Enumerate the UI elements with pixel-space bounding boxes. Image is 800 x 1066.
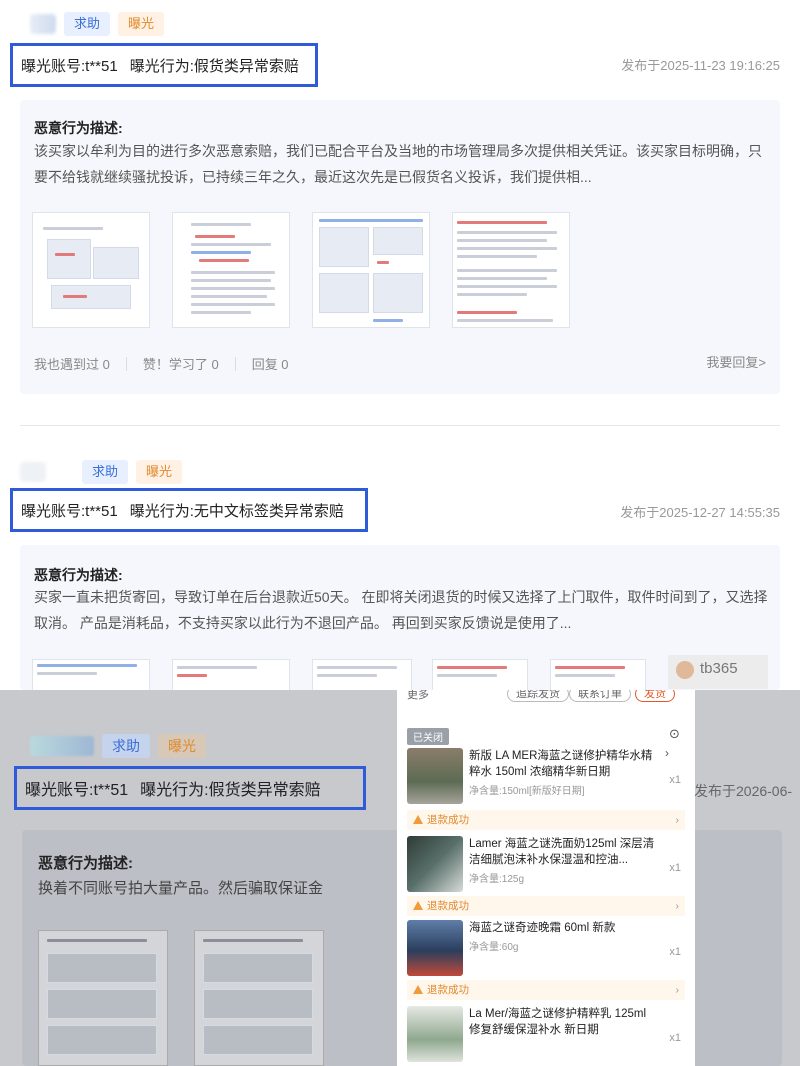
exposure-info: 曝光账号:t**51 曝光行为:无中文标签类异常索赔	[10, 488, 368, 532]
tag-expose[interactable]: 曝光	[118, 12, 165, 36]
exposed-behavior: 曝光行为:假货类异常索赔	[140, 782, 321, 799]
refund-status[interactable]: 退款成功 ›	[407, 980, 685, 1000]
product-qty: x1	[669, 774, 681, 786]
desc-text: 买家一直未把货寄回，导致订单在后台退款近50天。 在即将关闭退货的时候又选择了上…	[34, 589, 768, 631]
exposed-behavior: 曝光行为:无中文标签类异常索赔	[129, 502, 344, 520]
exposed-behavior: 曝光行为:假货类异常索赔	[129, 57, 299, 75]
post-date: 发布于2026-06-	[694, 783, 793, 799]
evidence-image[interactable]	[172, 659, 290, 693]
post-tags: 求助 曝光	[20, 460, 183, 484]
evidence-image[interactable]	[38, 930, 168, 1066]
met-too-button[interactable]: 我也遇到过 0	[34, 354, 110, 373]
desc-title: 恶意行为描述:	[38, 855, 133, 872]
evidence-image[interactable]	[550, 659, 646, 693]
evidence-image[interactable]	[194, 930, 324, 1066]
post-actions: 我也遇到过 0 赞！学习了 0 回复 0	[34, 354, 289, 373]
post-tags: 求助 曝光	[30, 734, 206, 758]
chevron-right-icon: ›	[675, 900, 680, 912]
post-divider	[20, 425, 780, 426]
order-closed-badge: 已关闭	[407, 728, 449, 745]
evidence-image[interactable]	[172, 212, 290, 328]
evidence-image[interactable]	[432, 659, 528, 693]
product-image	[407, 836, 463, 892]
evidence-image[interactable]	[312, 659, 412, 693]
desc-text: 换着不同账号拍大量产品。然后骗取保证金	[38, 880, 324, 897]
product-qty: x1	[669, 862, 681, 874]
refund-label: 退款成功	[427, 814, 469, 826]
refund-status[interactable]: 退款成功 ›	[407, 810, 685, 830]
product-name: Lamer 海蓝之谜洗面奶125ml 深层清洁细腻泡沫补水保湿温和控油...	[469, 838, 655, 866]
reply-link[interactable]: 我要回复>	[706, 352, 766, 371]
evidence-image[interactable]	[32, 659, 150, 693]
exposure-info: 曝光账号:t**51 曝光行为:假货类异常索赔	[10, 43, 318, 87]
exposure-info: 曝光账号:t**51 曝光行为:假货类异常索赔	[14, 766, 366, 810]
product-qty: x1	[669, 1032, 681, 1044]
reply-count-button[interactable]: 回复 0	[252, 354, 289, 373]
collapse-icon[interactable]: ⊙	[669, 726, 680, 742]
warning-icon	[413, 985, 423, 994]
chevron-right-icon: ›	[675, 814, 680, 826]
order-screenshot: 更多 追踪发货 联系订单 发货 已关闭 ⊙ 新版 LA MER海蓝之谜修护精华水…	[397, 690, 695, 1066]
exposed-account: 曝光账号:t**51	[21, 57, 118, 75]
tag-expose[interactable]: 曝光	[136, 460, 183, 484]
watermark-avatar-icon	[676, 661, 694, 679]
post-date: 发布于2025-12-27 14:55:35	[620, 505, 780, 520]
desc-title: 恶意行为描述:	[34, 120, 123, 136]
chevron-right-icon[interactable]: ›	[665, 746, 669, 760]
exposed-account: 曝光账号:t**51	[21, 502, 118, 520]
avatar[interactable]	[20, 462, 46, 482]
order-top-bar: 更多 追踪发货 联系订单 发货	[397, 690, 695, 704]
avatar[interactable]	[30, 14, 56, 34]
more-link[interactable]: 更多	[407, 690, 429, 702]
warning-icon	[413, 815, 423, 824]
product-name: La Mer/海蓝之谜修护精粹乳 125ml 修复舒缓保湿补水 新日期	[469, 1008, 647, 1036]
post-card: 恶意行为描述: 该买家以牟利为目的进行多次恶意索赔，我们已配合平台及当地的市场管…	[20, 100, 780, 394]
evidence-image[interactable]	[32, 212, 150, 328]
product-name: 海蓝之谜奇迹晚霜 60ml 新款	[469, 922, 616, 934]
refund-status[interactable]: 退款成功 ›	[407, 896, 685, 916]
product-qty: x1	[669, 946, 681, 958]
tag-expose[interactable]: 曝光	[158, 734, 206, 758]
desc-text: 该买家以牟利为目的进行多次恶意索赔，我们已配合平台及当地的市场管理局多次提供相关…	[34, 143, 762, 185]
avatar[interactable]	[30, 736, 94, 756]
desc-title: 恶意行为描述:	[34, 567, 123, 583]
post-card: 恶意行为描述: 买家一直未把货寄回，导致订单在后台退款近50天。 在即将关闭退货…	[20, 545, 780, 693]
product-image	[407, 920, 463, 976]
tag-help[interactable]: 求助	[64, 12, 111, 36]
exposed-account: 曝光账号:t**51	[25, 782, 129, 799]
warning-icon	[413, 901, 423, 910]
product-spec: 净含量:60g	[469, 942, 519, 953]
contact-order-button[interactable]: 联系订单	[569, 690, 631, 702]
product-spec: 净含量:125g	[469, 874, 525, 885]
refund-label: 退款成功	[427, 900, 469, 912]
product-image	[407, 1006, 463, 1062]
track-shipping-button[interactable]: 追踪发货	[507, 690, 569, 702]
chevron-right-icon: ›	[675, 984, 680, 996]
post-date: 发布于2025-11-23 19:16:25	[621, 58, 780, 73]
tag-help[interactable]: 求助	[82, 460, 129, 484]
ship-button[interactable]: 发货	[635, 690, 675, 702]
product-name: 新版 LA MER海蓝之谜修护精华水精粹水 150ml 浓缩精华新日期	[469, 750, 653, 778]
product-spec: 净含量:150ml[新版好日期]	[469, 786, 585, 797]
refund-label: 退款成功	[427, 984, 469, 996]
product-image	[407, 748, 463, 804]
evidence-image[interactable]	[312, 212, 430, 328]
watermark-text: tb365	[700, 660, 738, 677]
evidence-image[interactable]	[452, 212, 570, 328]
like-button[interactable]: 赞！学习了 0	[143, 354, 219, 373]
post-tags: 求助 曝光	[30, 12, 165, 36]
watermark-logo: tb365	[668, 655, 768, 689]
tag-help[interactable]: 求助	[102, 734, 150, 758]
